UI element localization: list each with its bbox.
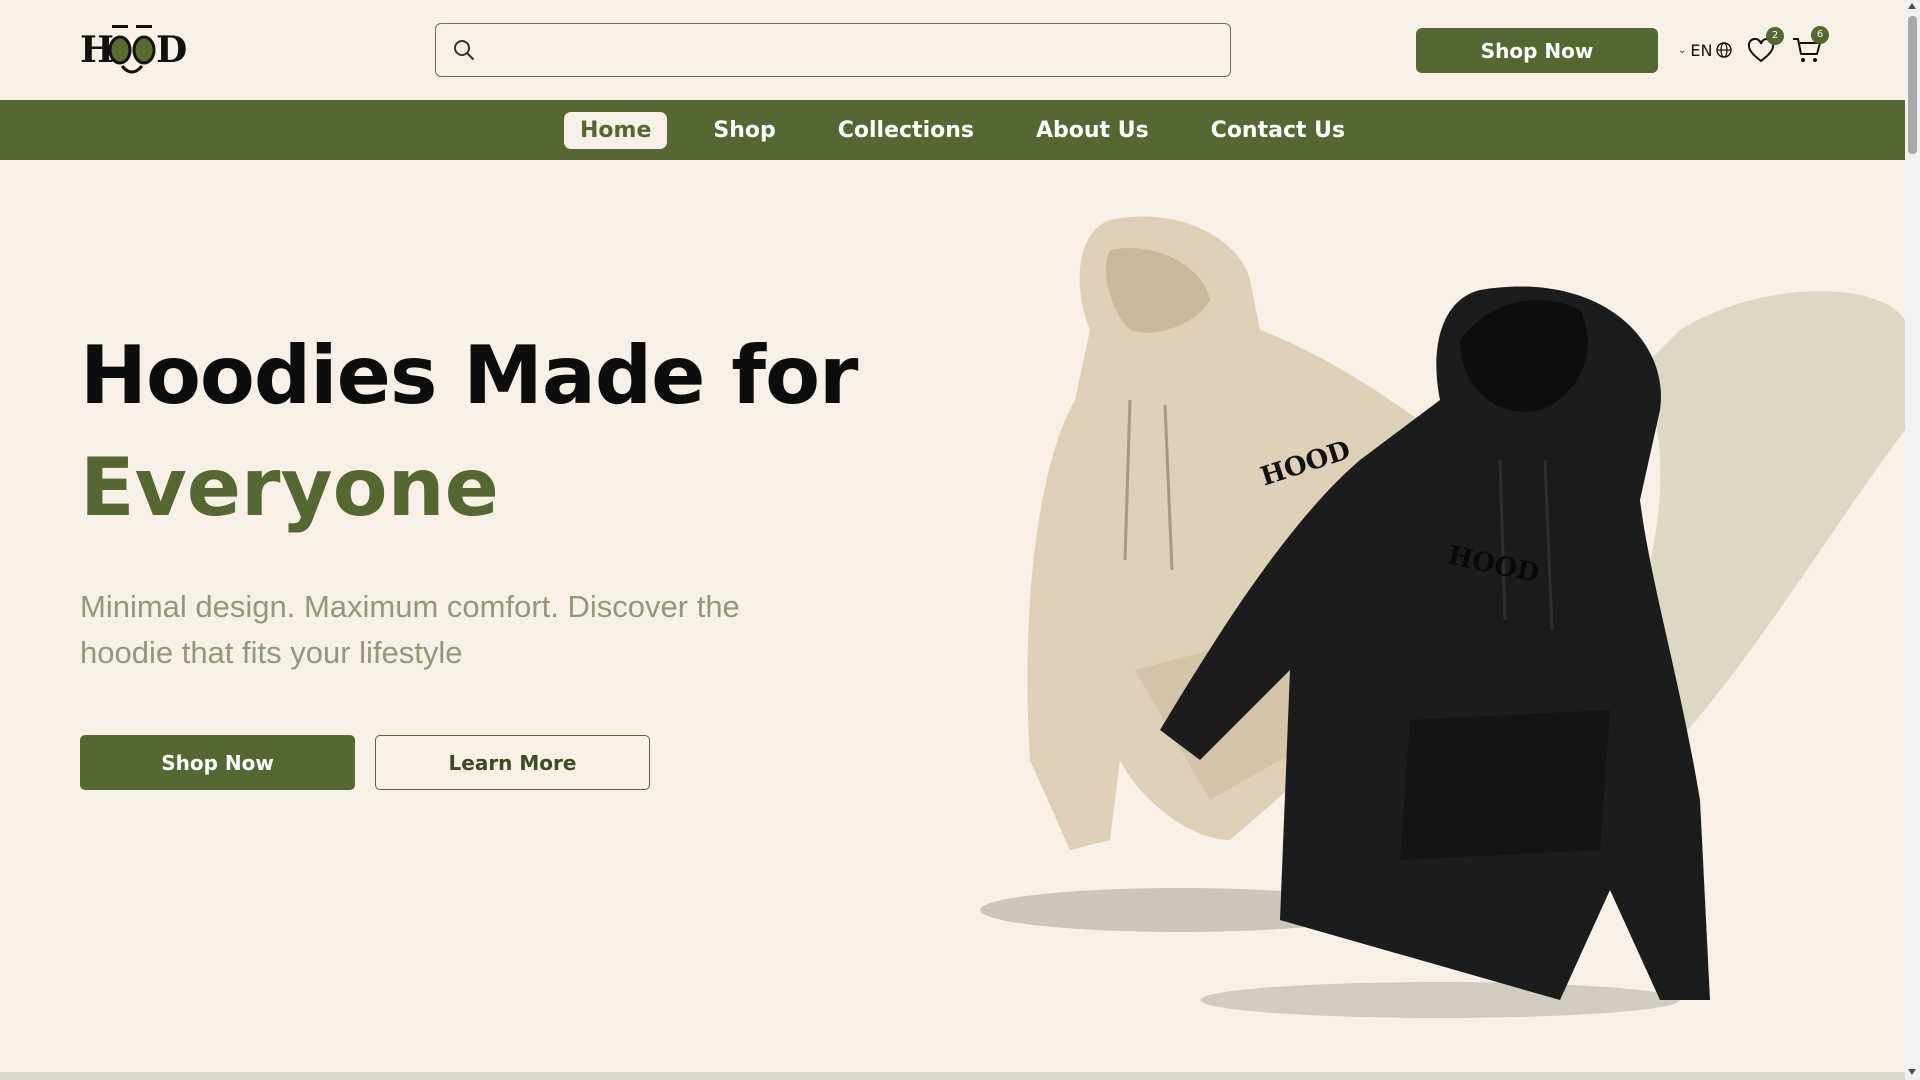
page-scrollbar[interactable] [1905, 0, 1920, 1080]
search-bar[interactable] [435, 23, 1231, 77]
main-nav: Home Shop Collections About Us Contact U… [0, 100, 1905, 160]
chevron-down-icon: ⌄ [1678, 44, 1687, 56]
wishlist-count-badge: 2 [1766, 27, 1784, 45]
hero-title-line1: Hoodies Made for [80, 329, 858, 422]
globe-icon [1716, 42, 1733, 58]
hero-subtitle: Minimal design. Maximum comfort. Discove… [80, 589, 740, 670]
language-selector[interactable]: ⌄ EN [1678, 38, 1733, 62]
site-header: H D Shop Now ⌄ EN 2 6 [0, 0, 1905, 100]
svg-text:D: D [156, 29, 187, 71]
cart-count-badge: 6 [1811, 26, 1829, 44]
search-input[interactable] [488, 32, 1212, 70]
nav-item-about-us[interactable]: About Us [1020, 112, 1165, 149]
nav-item-contact-us[interactable]: Contact Us [1195, 112, 1361, 149]
hero-hoodies-image: HOOD HOOD [980, 216, 1905, 1018]
scroll-down-arrow-icon[interactable] [1908, 1069, 1916, 1075]
header-shop-now-button[interactable]: Shop Now [1416, 28, 1658, 73]
hero-shop-now-button[interactable]: Shop Now [80, 735, 355, 790]
section-divider [0, 1072, 1905, 1080]
nav-item-home[interactable]: Home [564, 111, 668, 149]
nav-item-shop[interactable]: Shop [697, 112, 791, 149]
language-label: EN [1690, 40, 1713, 60]
scroll-up-arrow-icon[interactable] [1908, 3, 1916, 9]
brand-logo-mark: H D [80, 25, 187, 74]
nav-item-collections[interactable]: Collections [822, 112, 990, 149]
hero-title-line2: Everyone [80, 441, 499, 534]
hoodie-shadow [1200, 982, 1680, 1018]
hero-learn-more-button[interactable]: Learn More [375, 735, 650, 790]
scrollbar-thumb[interactable] [1908, 16, 1917, 154]
brand-logo[interactable]: H D [78, 22, 188, 78]
search-icon[interactable] [452, 38, 476, 62]
